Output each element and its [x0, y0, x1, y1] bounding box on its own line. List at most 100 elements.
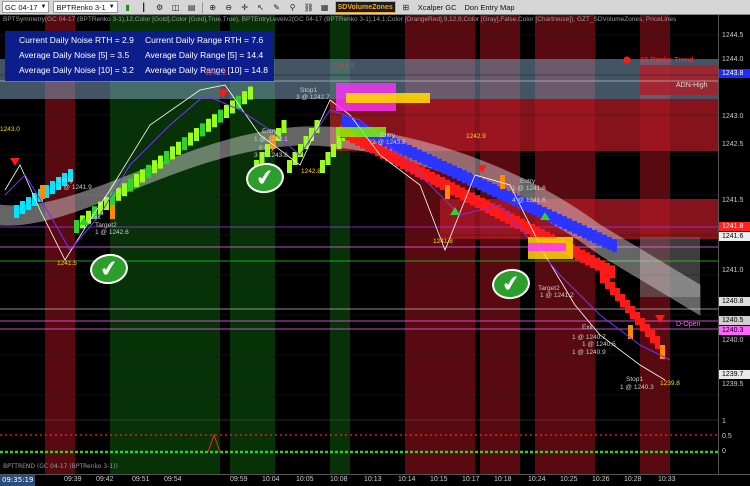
renko-brick: [212, 114, 217, 128]
price-tick: 1244.0: [722, 56, 744, 63]
renko-brick: [365, 138, 370, 151]
candlestick-icon[interactable]: ┃: [138, 1, 150, 13]
xcalper-button[interactable]: Xcalper GC: [416, 1, 459, 13]
renko-brick: [580, 249, 585, 263]
snapshot-icon[interactable]: ▦: [319, 1, 331, 13]
renko-brick: [170, 146, 175, 160]
renko-brick: [495, 205, 500, 219]
renko-brick: [134, 174, 139, 187]
renko-brick: [612, 239, 617, 253]
renko-brick: [200, 123, 205, 137]
renko-brick: [537, 204, 542, 218]
strategy-icon[interactable]: ▤: [186, 1, 198, 13]
adn-high-label: ADN-High: [676, 82, 708, 89]
stop-label: Stop1: [300, 87, 317, 94]
properties-icon[interactable]: ⚲: [287, 1, 299, 13]
indicators-icon[interactable]: ◫: [170, 1, 182, 13]
renko-brick: [552, 211, 557, 225]
bar-chart-icon[interactable]: ▮: [122, 1, 134, 13]
pivot-brick: [445, 185, 450, 199]
target-label: Target2: [538, 285, 560, 292]
renko-brick: [585, 252, 590, 266]
time-tick: 10:26: [592, 476, 610, 483]
renko-brick: [582, 225, 587, 239]
renko-brick: [625, 300, 630, 313]
renko-brick: [630, 306, 635, 319]
zoom-out-icon[interactable]: ⊖: [223, 1, 235, 13]
time-axis[interactable]: 09:35:19 09:39 09:42 09:51 09:54 09:59 1…: [0, 474, 750, 486]
bar-type-selector[interactable]: BPTRenko 3-1 ▼: [53, 1, 118, 13]
settings-icon[interactable]: ⚙: [154, 1, 166, 13]
entry-map-button[interactable]: Don Entry Map: [463, 1, 517, 13]
renko-brick: [32, 193, 37, 206]
time-tick: 09:42: [96, 476, 114, 483]
indicator-legend: BPTSymmetry(GC 04-17 (BPTRenko 3-1),12,C…: [3, 16, 677, 23]
renko-brick: [116, 187, 121, 201]
lock-icon[interactable]: ⛓: [303, 1, 315, 13]
daily-noise-panel: Current Daily Noise RTH = 2.9 Current Da…: [5, 31, 274, 81]
renko-brick: [485, 200, 490, 214]
drawing-tools-icon[interactable]: ✎: [271, 1, 283, 13]
toolbar-divider: [201, 1, 203, 13]
renko-brick: [435, 174, 440, 188]
avg-noise10-stat: Average Daily Noise [10] = 3.2: [19, 65, 134, 75]
renko-brick: [567, 218, 572, 232]
renko-brick: [287, 160, 292, 173]
sub-axis-tick: 0.5: [722, 433, 732, 440]
renko-brick: [360, 135, 365, 149]
renko-brick: [194, 128, 199, 141]
price-annotation: 1242.9: [466, 133, 486, 140]
renko-brick: [395, 153, 400, 167]
zoom-in-icon[interactable]: ⊕: [207, 1, 219, 13]
renko-brick: [248, 86, 253, 100]
renko-brick: [14, 205, 19, 218]
entry-label: 1 @ 1243.1: [254, 136, 288, 143]
time-tick: 10:15: [430, 476, 448, 483]
renko-brick: [645, 324, 650, 337]
entry-label: 4 @ 1241.6: [512, 197, 546, 204]
entry-box: [336, 127, 386, 137]
renko-brick: [164, 151, 169, 164]
chart-canvas[interactable]: [0, 15, 718, 475]
renko-brick: [281, 120, 287, 133]
instrument-selector[interactable]: GC 04-17 ▼: [2, 1, 50, 13]
renko-brick: [607, 236, 612, 250]
price-chart[interactable]: [0, 15, 718, 475]
renko-brick: [26, 197, 31, 210]
price-annotation: 1239.8: [660, 380, 680, 387]
stop-label: 1 @ 1240.3: [620, 384, 654, 391]
renko-brick: [331, 144, 336, 157]
price-tick: 1239.5: [722, 381, 744, 388]
price-annotation: 1241.8: [433, 238, 453, 245]
grid-icon[interactable]: ⊞: [400, 1, 412, 13]
renko-brick: [620, 294, 625, 307]
renko-brick: [146, 164, 151, 178]
renko-brick: [342, 115, 347, 128]
renko-brick: [610, 265, 615, 279]
pointer-icon[interactable]: ↖: [255, 1, 267, 13]
entry-label: Entry: [262, 128, 278, 135]
bar-type-label: BPTRenko 3-1: [56, 2, 106, 12]
time-tick: 10:24: [528, 476, 546, 483]
renko-brick: [412, 147, 417, 161]
rth-noise-stat: Current Daily Noise RTH = 2.9: [19, 35, 134, 45]
avg-noise5-stat: Average Daily Noise [5] = 3.5: [19, 50, 130, 60]
renko-brick: [590, 255, 595, 268]
renko-brick: [475, 195, 480, 209]
renko-brick: [605, 276, 610, 289]
renko-brick: [325, 152, 331, 165]
renko-brick: [462, 170, 467, 184]
crosshair-icon[interactable]: ✛: [239, 1, 251, 13]
renko-brick: [487, 181, 492, 195]
sdvolumezones-button[interactable]: SDVolumeZones: [334, 1, 396, 13]
price-tick: 1240.0: [722, 337, 744, 344]
renko-brick: [176, 141, 181, 155]
price-annotation: 1243.9: [333, 63, 355, 70]
renko-brick: [482, 179, 487, 193]
renko-brick: [477, 177, 482, 191]
volume-zone: [640, 65, 718, 95]
price-axis[interactable]: 1244.5 1244.0 1243.0 1242.5 1241.5 1241.…: [718, 15, 750, 475]
chevron-down-icon: ▼: [108, 4, 115, 10]
trend-indicator-legend: BPTTREND (GC 04-17 (BPTRenko 3-1)): [3, 463, 118, 470]
renko-brick: [152, 160, 157, 174]
